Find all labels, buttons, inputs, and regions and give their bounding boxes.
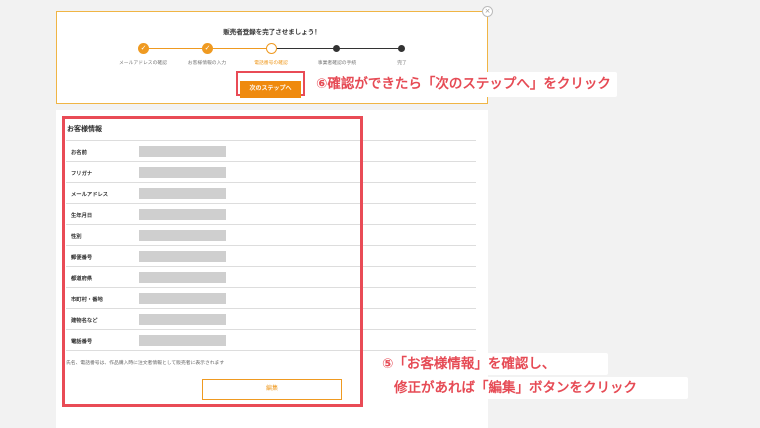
info-note: 氏名、電話番号は、作品購入時に注文者情報として販売者に表示されます [66, 361, 225, 366]
row-label: 郵便番号 [71, 255, 93, 261]
info-row: 生年月日 [66, 204, 476, 225]
row-label: フリガナ [71, 171, 93, 177]
stepper-line [207, 48, 271, 49]
masked-value [139, 146, 226, 157]
step-2-check-icon: ✓ [202, 43, 213, 54]
next-step-button[interactable]: 次のステップへ [240, 81, 301, 98]
row-label: 生年月日 [71, 213, 93, 219]
annotation-step-6: ⑥確認ができたら「次のステップへ」をクリック [310, 72, 617, 97]
info-row: メールアドレス [66, 183, 476, 204]
row-label: 建物名など [71, 318, 98, 324]
info-row: フリガナ [66, 162, 476, 183]
row-label: 市町村・番地 [71, 297, 103, 303]
masked-value [139, 314, 226, 325]
close-icon[interactable]: × [482, 6, 493, 17]
step-4-indicator [333, 45, 340, 52]
info-row: 電話番号 [66, 330, 476, 351]
row-label: 電話番号 [71, 339, 93, 345]
masked-value [139, 167, 226, 178]
step-label: 完了 [397, 61, 407, 66]
edit-button[interactable]: 編集 [202, 379, 342, 400]
masked-value [139, 230, 226, 241]
masked-value [139, 293, 226, 304]
next-step-highlight: 次のステップへ [236, 71, 305, 98]
masked-value [139, 272, 226, 283]
info-row: 市町村・番地 [66, 288, 476, 309]
row-label: メールアドレス [71, 192, 109, 198]
masked-value [139, 335, 226, 346]
masked-value [139, 188, 226, 199]
row-label: 性別 [71, 234, 82, 240]
info-row: 都道府県 [66, 267, 476, 288]
row-label: お名前 [71, 150, 87, 156]
step-5-indicator [398, 45, 405, 52]
info-row: 郵便番号 [66, 246, 476, 267]
info-row: 建物名など [66, 309, 476, 330]
progress-title: 販売者登録を完了させましょう！ [223, 28, 321, 36]
info-row: お名前 [66, 141, 476, 162]
masked-value [139, 209, 226, 220]
info-row: 性別 [66, 225, 476, 246]
annotation-step-5: ⑤「お客様情報」を確認し、 [378, 353, 608, 375]
annotation-step-5-detail: 修正があれば「編集」ボタンをクリック [388, 377, 688, 399]
masked-value [139, 251, 226, 262]
step-1-check-icon: ✓ [138, 43, 149, 54]
panel-title: お客様情報 [67, 125, 102, 133]
stepper-line [143, 48, 207, 49]
row-label: 都道府県 [71, 276, 93, 282]
step-3-indicator [266, 43, 277, 54]
